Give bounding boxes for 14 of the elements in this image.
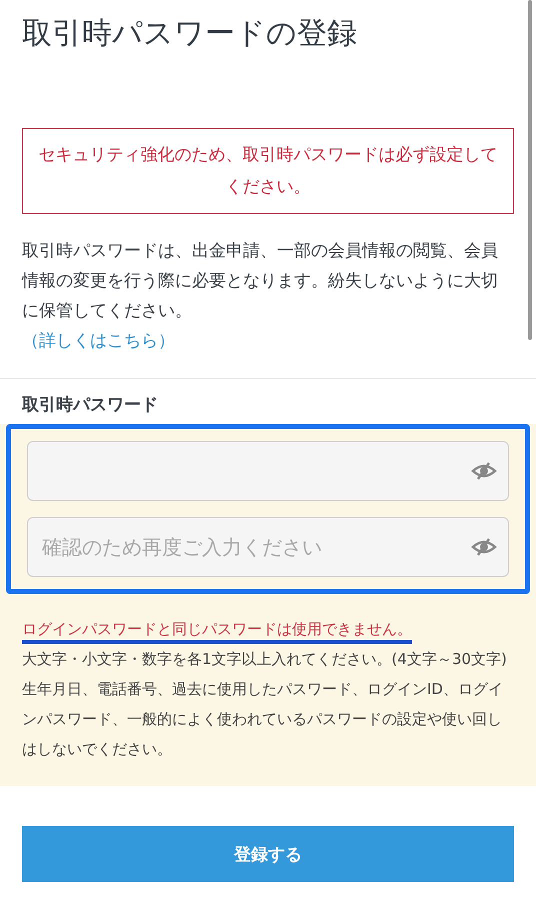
password-field[interactable]: 確認のため再度ご入力ください	[27, 517, 509, 577]
eye-slash-icon[interactable]	[471, 461, 497, 481]
scrollbar[interactable]	[528, 0, 532, 340]
password-field[interactable]	[27, 441, 509, 501]
field-label: 取引時パスワード	[20, 394, 159, 417]
description-text: 取引時パスワードは、出金申請、一部の会員情報の閲覧、会員情報の変更を行う際に必要となります。紛失しないように大切に保管してください。	[22, 240, 499, 323]
hint-text: 大文字・小文字・数字を各1文字以上入れてください。(4文字～30文字)	[22, 649, 508, 670]
register-button[interactable]: 登録する	[22, 826, 514, 882]
alert-message: セキュリティ強化のため、取引時パスワードは必ず設定してください。	[22, 128, 514, 214]
eye-slash-icon[interactable]	[471, 537, 497, 557]
page-title: 取引時パスワードの登録	[22, 15, 358, 53]
details-link[interactable]: （詳しくはこちら）	[22, 326, 175, 356]
hint-text: 生年月日、電話番号、過去に使用したパスワード、ログインID、ログインパスワード、一般的によく使われているパスワードの設定や使い回しはしないでください。	[22, 679, 504, 760]
error-message: ログインパスワードと同じパスワードは使用できません。	[22, 619, 413, 640]
